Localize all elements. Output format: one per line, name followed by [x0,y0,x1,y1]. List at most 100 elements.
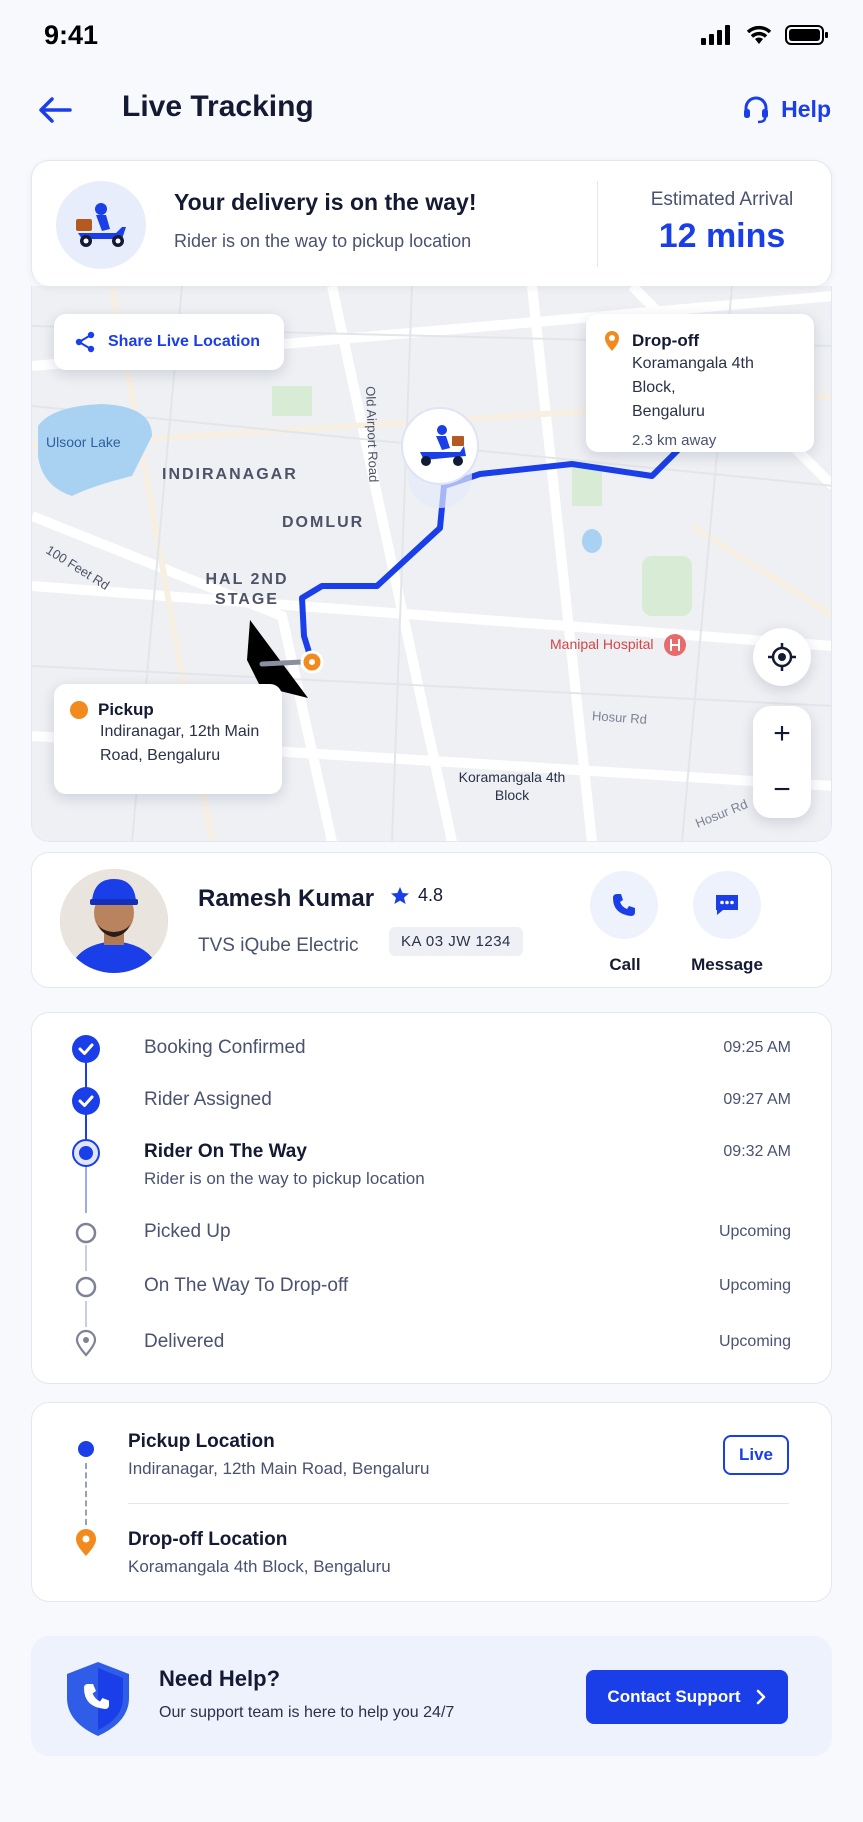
timeline-time: Upcoming [718,1223,791,1240]
message-button[interactable] [693,871,761,939]
rider-avatar [60,869,168,973]
wifi-icon [746,25,772,44]
dropoff-distance: 2.3 km away [632,432,717,449]
rider-rating: 4.8 [390,885,443,906]
divider [128,1503,789,1504]
star-icon [391,886,409,904]
chat-icon [716,895,738,915]
route-dashed-line [85,1463,87,1525]
signal-icon [701,25,730,45]
rider-card: Ramesh Kumar 4.8 TVS iQube Electric KA 0… [31,852,832,988]
timeline-sub: Rider is on the way to pickup location [144,1169,425,1188]
map-label-hospital: Manipal Hospital [550,636,654,652]
delivery-status-card: Your delivery is on the way! Rider is on… [31,160,832,286]
timeline-time: 09:32 AM [723,1143,791,1160]
recenter-button[interactable] [753,628,811,686]
help-button[interactable]: Help [741,94,831,124]
timeline-connector [85,1245,87,1271]
pickup-popup-line2: Road, Bengaluru [100,747,221,764]
call-action[interactable]: Call [590,871,660,975]
zoom-in-button[interactable]: + [753,706,811,762]
timeline-label: Rider On The Way [144,1141,307,1162]
status-time: 9:41 [44,20,99,50]
hospital-icon [664,634,686,656]
pin-icon [605,331,619,351]
timeline-label: Booking Confirmed [144,1037,306,1058]
timeline-label: Rider Assigned [144,1089,272,1110]
contact-support-button[interactable]: Contact Support [586,1670,788,1724]
rider-name: Ramesh Kumar [198,885,375,912]
dropoff-popup-line2: Bengaluru [632,403,705,420]
timeline-time: Upcoming [718,1333,791,1350]
rider-vehicle: TVS iQube Electric [198,935,359,956]
message-label: Message [691,955,763,974]
share-icon [75,331,95,353]
zoom-out-button[interactable]: − [753,762,811,818]
page-title: Live Tracking [122,90,314,123]
dropoff-location-title: Drop-off Location [128,1529,288,1550]
help-title: Need Help? [159,1666,281,1691]
help-subtitle: Our support team is here to help you 24/… [159,1704,455,1721]
map-label-lake: Ulsoor Lake [46,434,121,450]
dropoff-popup-title: Drop-off [632,331,700,350]
divider [597,181,598,267]
timeline-label: Delivered [144,1331,225,1352]
timeline-time: Upcoming [718,1277,791,1294]
shield-phone-icon [67,1662,129,1736]
live-map[interactable]: Ulsoor Lake INDIRANAGAR DOMLUR HAL 2ND S… [31,286,832,842]
live-badge: Live [723,1435,789,1475]
eta-value: 12 mins [658,217,786,255]
contact-support-label: Contact Support [607,1687,741,1706]
dropoff-popup-line1: Koramangala 4th Block, [632,355,754,396]
pickup-popup-line1: Indiranagar, 12th Main [100,723,260,740]
check-circle-icon [72,1087,100,1115]
pickup-location-address: Indiranagar, 12th Main Road, Bengaluru [128,1459,430,1478]
pickup-popup-title: Pickup [98,700,154,719]
license-plate: KA 03 JW 1234 [389,927,523,956]
pickup-dot-icon [78,1441,94,1457]
rider-photo [60,869,168,973]
timeline-label: Picked Up [144,1221,231,1242]
active-step-icon [72,1139,100,1167]
status-icons [701,24,829,46]
crosshair-icon [768,643,796,671]
status-subtitle: Rider is on the way to pickup location [174,231,472,251]
map-label-domlur: DOMLUR [282,514,365,531]
timeline-time: 09:27 AM [723,1091,791,1108]
empty-circle-icon [75,1222,97,1244]
location-pin-icon [75,1329,97,1357]
share-live-location-button[interactable]: Share Live Location [54,314,284,370]
delivery-timeline: Booking Confirmed 09:25 AM Rider Assigne… [31,1012,832,1384]
share-label: Share Live Location [108,333,261,350]
pickup-popup: Pickup Indiranagar, 12th Main Road, Beng… [54,684,282,794]
status-title: Your delivery is on the way! [174,189,477,215]
empty-circle-icon [75,1276,97,1298]
help-card: Need Help? Our support team is here to h… [31,1636,832,1756]
headset-icon [744,96,769,124]
call-label: Call [609,955,641,974]
locations-card: Pickup Location Indiranagar, 12th Main R… [31,1402,832,1602]
battery-icon [785,25,828,45]
arrow-left-icon [39,97,72,123]
pickup-location-title: Pickup Location [128,1431,275,1452]
dropoff-popup: Drop-off Koramangala 4th Block, Bengalur… [586,314,814,452]
timeline-connector [85,1163,87,1213]
map-label-indiranagar: INDIRANAGAR [162,466,298,483]
phone-icon [613,894,635,916]
scooter-avatar [56,181,146,269]
map-label-hal: HAL 2ND STAGE [205,571,289,608]
map-label-koramangala: Koramangala 4th Block [458,769,566,803]
call-button[interactable] [590,871,658,939]
zoom-controls: + − [753,706,811,818]
pickup-dot-icon [70,701,88,719]
timeline-time: 09:25 AM [723,1039,791,1056]
dropoff-pin-icon [76,1529,96,1556]
timeline-label: On The Way To Drop-off [144,1275,349,1296]
back-button[interactable] [36,90,76,130]
eta-label: Estimated Arrival [650,189,794,210]
help-label: Help [781,95,831,122]
check-circle-icon [72,1035,100,1063]
rating-value: 4.8 [418,885,444,905]
scooter-icon [76,203,126,247]
message-action[interactable]: Message [682,871,772,975]
